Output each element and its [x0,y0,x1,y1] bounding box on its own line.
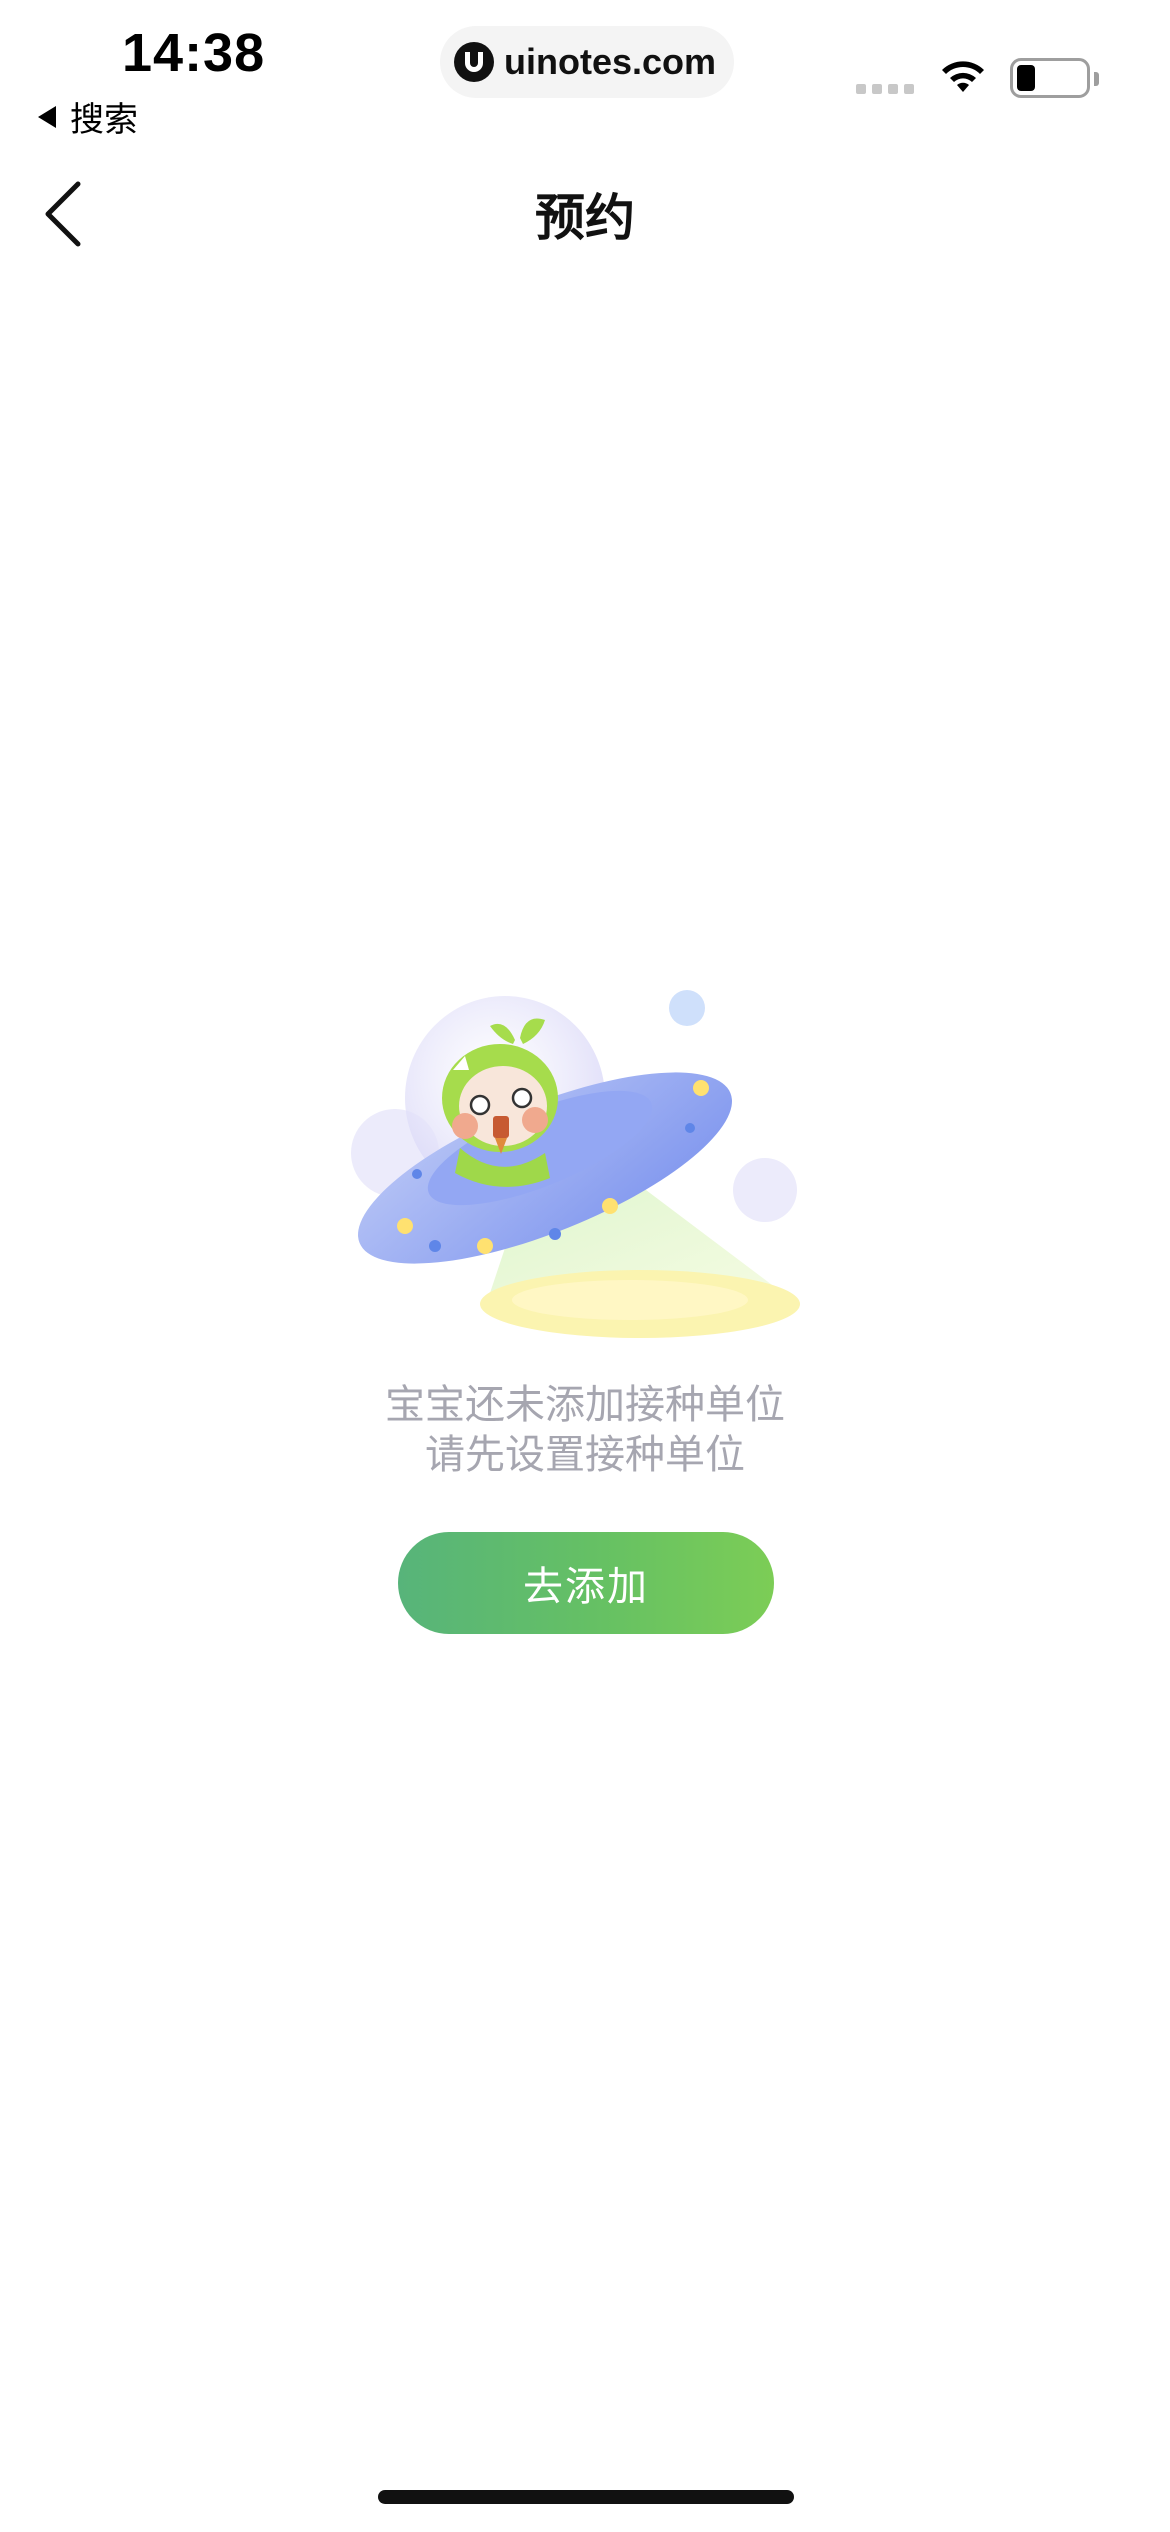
battery-cap [1094,72,1099,86]
url-text: uinotes.com [504,41,717,82]
empty-state-line-2: 请先设置接种单位 [425,1432,745,1478]
page-title: 预约 [535,189,635,247]
site-logo-icon [454,42,494,82]
ufo-mascot-illustration [351,990,800,1338]
home-indicator[interactable] [378,2490,794,2504]
back-to-app-link[interactable]: 搜索 [38,92,138,141]
battery-icon [1010,58,1090,98]
url-pill[interactable]: uinotes.com [440,26,734,98]
go-add-button[interactable]: 去添加 [398,1532,774,1634]
back-triangle-icon [38,105,56,128]
empty-state-message: 宝宝还未添加接种单位 请先设置接种单位 [0,1380,1170,1480]
back-app-label: 搜索 [70,100,138,140]
status-time: 14:38 [122,23,266,83]
empty-state-line-1: 宝宝还未添加接种单位 [385,1382,785,1428]
wifi-icon [942,61,984,92]
signal-icon [856,84,914,94]
